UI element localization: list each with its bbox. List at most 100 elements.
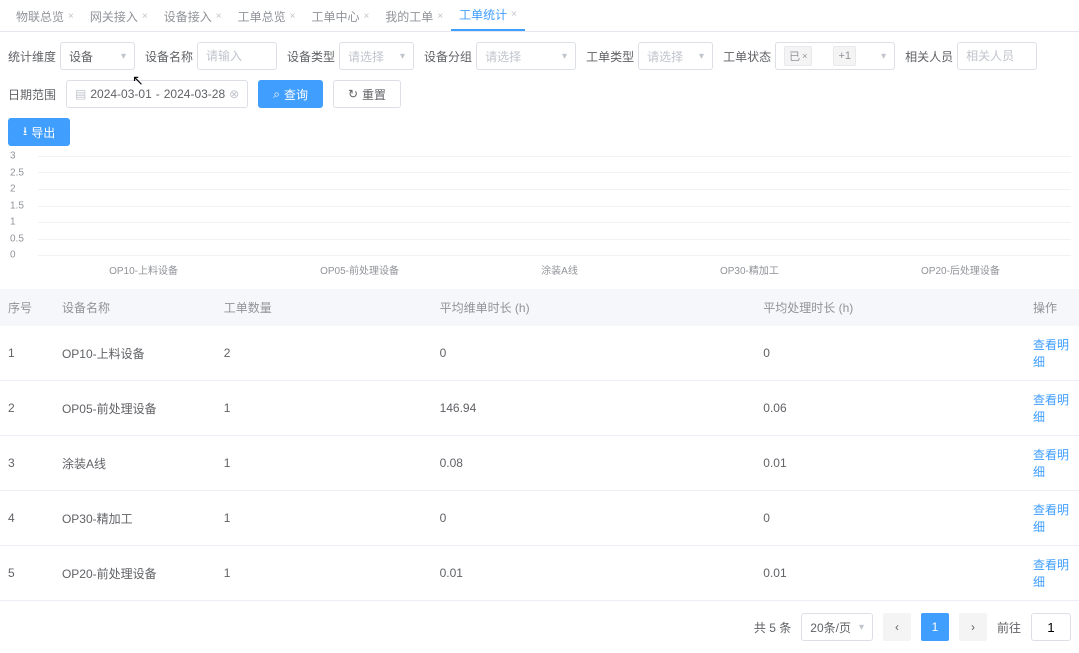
ytick: 2.5 bbox=[10, 167, 24, 178]
view-detail-link[interactable]: 查看明细 bbox=[1033, 503, 1069, 534]
table-cell: OP05-前处理设备 bbox=[54, 381, 216, 436]
view-detail-link[interactable]: 查看明细 bbox=[1033, 338, 1069, 369]
table-cell: 3 bbox=[0, 436, 54, 491]
filter-row-2: 日期范围 ▤ 2024-03-01 - 2024-03-28 ⊗ ⌕ 查询 ↻ … bbox=[0, 70, 1079, 118]
type-select[interactable]: 请选择 ▾ bbox=[339, 42, 414, 70]
ytick: 0.5 bbox=[10, 233, 24, 244]
search-icon: ⌕ bbox=[273, 87, 280, 102]
table-cell: 0 bbox=[755, 491, 1025, 546]
table-cell: 0 bbox=[432, 326, 756, 381]
date-start: 2024-03-01 bbox=[90, 87, 151, 101]
table-cell: 1 bbox=[0, 326, 54, 381]
clear-icon[interactable]: ⊗ bbox=[229, 87, 239, 101]
xtick: 涂装A线 bbox=[541, 262, 578, 277]
data-table: 序号设备名称工单数量平均维单时长 (h)平均处理时长 (h)操作 1OP10-上… bbox=[0, 289, 1079, 601]
table-header: 平均处理时长 (h) bbox=[755, 289, 1025, 326]
dim-value: 设备 bbox=[69, 48, 93, 65]
close-icon[interactable]: × bbox=[290, 11, 296, 22]
close-icon[interactable]: × bbox=[511, 9, 517, 20]
chevron-down-icon: ▾ bbox=[881, 51, 886, 62]
name-input[interactable] bbox=[197, 42, 277, 70]
table-header: 设备名称 bbox=[54, 289, 216, 326]
ytick: 2 bbox=[10, 184, 16, 195]
table-cell: 0.01 bbox=[432, 546, 756, 601]
group-placeholder: 请选择 bbox=[485, 48, 521, 65]
group-select[interactable]: 请选择 ▾ bbox=[476, 42, 576, 70]
close-icon[interactable]: × bbox=[216, 11, 222, 22]
view-detail-link[interactable]: 查看明细 bbox=[1033, 448, 1069, 479]
close-icon[interactable]: × bbox=[437, 11, 443, 22]
ordertype-select[interactable]: 请选择 ▾ bbox=[638, 42, 713, 70]
table-cell: 2 bbox=[216, 326, 432, 381]
table-row: 1OP10-上料设备200查看明细 bbox=[0, 326, 1079, 381]
table-cell: 2 bbox=[0, 381, 54, 436]
dim-label: 统计维度 bbox=[8, 48, 56, 65]
chevron-down-icon: ▾ bbox=[121, 51, 126, 62]
goto-input[interactable] bbox=[1031, 613, 1071, 641]
tab-4[interactable]: 工单中心× bbox=[303, 2, 377, 31]
table-cell: 0.01 bbox=[755, 546, 1025, 601]
page-size-select[interactable]: 20条/页 ▾ bbox=[801, 613, 873, 641]
export-button[interactable]: ⭳ 导出 bbox=[8, 118, 70, 146]
chevron-down-icon: ▾ bbox=[400, 51, 405, 62]
status-tag-1[interactable]: +1 bbox=[833, 46, 856, 66]
table-row: 4OP30-精加工100查看明细 bbox=[0, 491, 1079, 546]
close-icon[interactable]: × bbox=[68, 11, 74, 22]
xtick: OP05-前处理设备 bbox=[320, 262, 399, 277]
table-cell: 1 bbox=[216, 381, 432, 436]
ytick: 1 bbox=[10, 217, 16, 228]
reset-button[interactable]: ↻ 重置 bbox=[333, 80, 401, 108]
name-label: 设备名称 bbox=[145, 48, 193, 65]
tab-1[interactable]: 网关接入× bbox=[82, 2, 156, 31]
table-row: 3涂装A线10.080.01查看明细 bbox=[0, 436, 1079, 491]
goto-label: 前往 bbox=[997, 619, 1021, 636]
calendar-icon: ▤ bbox=[75, 87, 86, 101]
table-cell: OP10-上料设备 bbox=[54, 326, 216, 381]
tag-close-icon[interactable]: × bbox=[802, 51, 807, 61]
xtick: OP30-精加工 bbox=[720, 262, 779, 277]
date-range-picker[interactable]: ▤ 2024-03-01 - 2024-03-28 ⊗ bbox=[66, 80, 248, 108]
table-header: 操作 bbox=[1025, 289, 1079, 326]
person-input-field[interactable] bbox=[966, 49, 1028, 63]
table-cell: 1 bbox=[216, 436, 432, 491]
close-icon[interactable]: × bbox=[142, 11, 148, 22]
prev-page-button[interactable]: ‹ bbox=[883, 613, 911, 641]
tab-0[interactable]: 物联总览× bbox=[8, 2, 82, 31]
name-input-field[interactable] bbox=[206, 49, 268, 63]
chevron-down-icon: ▾ bbox=[859, 622, 864, 633]
type-label: 设备类型 bbox=[287, 48, 335, 65]
ytick: 3 bbox=[10, 151, 16, 162]
chevron-down-icon: ▾ bbox=[562, 51, 567, 62]
table-row: 5OP20-前处理设备10.010.01查看明细 bbox=[0, 546, 1079, 601]
status-select[interactable]: 已× +1 ▾ bbox=[775, 42, 895, 70]
table-cell: 1 bbox=[216, 546, 432, 601]
date-sep: - bbox=[156, 87, 160, 101]
table-cell: OP20-前处理设备 bbox=[54, 546, 216, 601]
table-cell: 0.06 bbox=[755, 381, 1025, 436]
daterange-label: 日期范围 bbox=[8, 86, 56, 103]
view-detail-link[interactable]: 查看明细 bbox=[1033, 558, 1069, 589]
tab-5[interactable]: 我的工单× bbox=[377, 2, 451, 31]
ytick: 1.5 bbox=[10, 200, 24, 211]
tab-6[interactable]: 工单统计× bbox=[451, 0, 525, 31]
table-header: 平均维单时长 (h) bbox=[432, 289, 756, 326]
view-detail-link[interactable]: 查看明细 bbox=[1033, 393, 1069, 424]
close-icon[interactable]: × bbox=[363, 11, 369, 22]
table-cell: 4 bbox=[0, 491, 54, 546]
status-tag-0[interactable]: 已× bbox=[784, 46, 812, 66]
date-end: 2024-03-28 bbox=[164, 87, 225, 101]
page-1-button[interactable]: 1 bbox=[921, 613, 949, 641]
table-cell: 0.01 bbox=[755, 436, 1025, 491]
table-cell: 5 bbox=[0, 546, 54, 601]
tab-2[interactable]: 设备接入× bbox=[156, 2, 230, 31]
search-button[interactable]: ⌕ 查询 bbox=[258, 80, 323, 108]
table-cell: 0 bbox=[432, 491, 756, 546]
dim-select[interactable]: 设备 ▾ bbox=[60, 42, 135, 70]
ordertype-placeholder: 请选择 bbox=[647, 48, 683, 65]
tab-3[interactable]: 工单总览× bbox=[230, 2, 304, 31]
next-page-button[interactable]: › bbox=[959, 613, 987, 641]
download-icon: ⭳ bbox=[23, 122, 27, 143]
person-input[interactable] bbox=[957, 42, 1037, 70]
table-cell: 0 bbox=[755, 326, 1025, 381]
pagination: 共 5 条 20条/页 ▾ ‹ 1 › 前往 bbox=[0, 601, 1079, 653]
